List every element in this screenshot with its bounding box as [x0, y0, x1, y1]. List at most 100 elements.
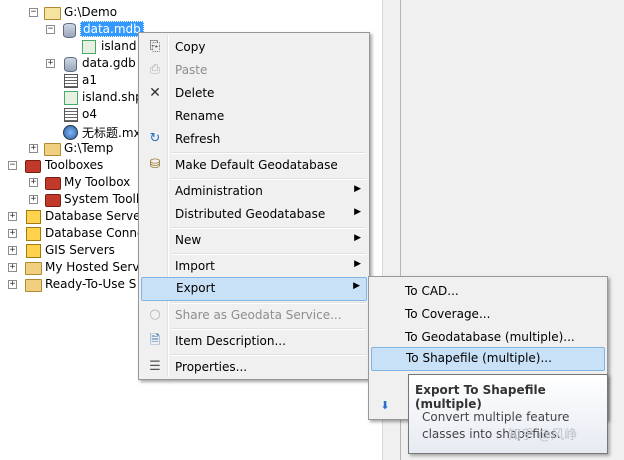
tree-item-label: My Hosted Serv — [45, 260, 140, 274]
collapse-toggle[interactable]: − — [29, 8, 38, 17]
context-menu: ⎘ Copy ⎙ Paste ✕ Delete Rename ↻ Refresh… — [138, 32, 370, 380]
submenu-arrow-icon: ▶ — [354, 233, 361, 243]
expand-toggle[interactable]: + — [46, 59, 55, 68]
menu-item-label: Administration — [175, 184, 263, 198]
shapefile-icon — [64, 91, 78, 105]
menu-item-label: Item Description... — [175, 334, 286, 348]
tree-item-label: G:\Temp — [64, 141, 114, 155]
database-connection-icon — [26, 227, 41, 241]
expand-toggle[interactable]: + — [8, 212, 17, 221]
tree-item-label: o4 — [82, 107, 97, 121]
menu-item-label: To Geodatabase (multiple)... — [405, 330, 575, 344]
tree-item-label: Database Server — [45, 209, 146, 223]
toolbox-icon — [45, 194, 61, 207]
menu-item-new[interactable]: New ▶ — [141, 229, 367, 251]
menu-item-label: To CAD... — [405, 284, 459, 298]
tree-item-label: System Tooll — [64, 192, 140, 206]
menu-item-label: Make Default Geodatabase — [175, 158, 338, 172]
gis-server-icon — [26, 244, 41, 258]
collapse-toggle[interactable]: − — [46, 25, 55, 34]
menu-item-label: Paste — [175, 63, 208, 77]
expand-toggle[interactable]: + — [8, 263, 17, 272]
hosted-services-icon — [25, 262, 42, 275]
description-icon: 🗎 — [149, 333, 161, 348]
menu-item-label: Refresh — [175, 132, 221, 146]
menu-item-label: To Coverage... — [405, 307, 491, 321]
submenu-arrow-icon: ▶ — [354, 184, 361, 194]
expand-toggle[interactable]: + — [29, 144, 38, 153]
export-tool-icon: ⬇ — [380, 399, 390, 412]
collapse-toggle[interactable]: − — [8, 161, 17, 170]
submenu-item-to-cad[interactable]: To CAD... — [371, 280, 605, 302]
refresh-icon: ↻ — [149, 131, 161, 146]
menu-item-copy[interactable]: ⎘ Copy — [141, 36, 367, 58]
menu-item-share-as-geodata-service[interactable]: ○ Share as Geodata Service... — [141, 304, 367, 326]
expand-toggle[interactable]: + — [29, 178, 38, 187]
tree-item-label: data.mdb — [80, 21, 144, 37]
menu-item-paste[interactable]: ⎙ Paste — [141, 59, 367, 81]
watermark: 知乎 @风峥 — [508, 428, 578, 443]
submenu-arrow-icon: ▶ — [354, 207, 361, 217]
menu-item-label: Delete — [175, 86, 215, 100]
tree-item-label: data.gdb — [82, 56, 136, 70]
menu-item-rename[interactable]: Rename — [141, 105, 367, 127]
table-icon — [64, 74, 78, 88]
feature-class-icon — [82, 40, 96, 54]
expand-toggle[interactable]: + — [8, 229, 17, 238]
map-document-icon — [63, 125, 78, 140]
tooltip-title: Export To Shapefile (multiple) — [415, 383, 546, 411]
menu-item-label: Share as Geodata Service... — [175, 308, 342, 322]
expand-toggle[interactable]: + — [8, 246, 17, 255]
expand-toggle[interactable]: + — [29, 195, 38, 204]
menu-item-distributed-geodatabase[interactable]: Distributed Geodatabase ▶ — [141, 203, 367, 225]
menu-item-administration[interactable]: Administration ▶ — [141, 180, 367, 202]
menu-item-refresh[interactable]: ↻ Refresh — [141, 128, 367, 150]
menu-item-label: Distributed Geodatabase — [175, 207, 326, 221]
tree-item-g-demo[interactable]: − G:\Demo — [0, 4, 382, 21]
tree-item-label: G:\Demo — [64, 5, 118, 19]
menu-item-label: Copy — [175, 40, 206, 54]
file-geodatabase-icon — [64, 57, 77, 72]
menu-item-label: To Shapefile (multiple)... — [406, 351, 552, 365]
menu-item-label: Export — [176, 281, 216, 295]
share-icon: ○ — [149, 307, 161, 322]
toolbox-icon — [45, 177, 61, 190]
toolboxes-icon — [25, 160, 41, 173]
default-geodatabase-icon: ⛁ — [149, 157, 161, 172]
delete-icon: ✕ — [149, 85, 161, 101]
tree-item-label: Database Conne — [45, 226, 145, 240]
menu-item-delete[interactable]: ✕ Delete — [141, 82, 367, 104]
submenu-item-to-shapefile-multiple[interactable]: To Shapefile (multiple)... — [371, 347, 605, 371]
clipped-row — [60, 0, 382, 1]
submenu-arrow-icon: ▶ — [354, 259, 361, 269]
personal-geodatabase-icon — [63, 23, 76, 38]
submenu-arrow-icon: ▶ — [353, 281, 360, 291]
menu-item-export[interactable]: Export ▶ — [141, 277, 367, 301]
paste-icon: ⎙ — [149, 62, 161, 77]
folder-icon — [44, 143, 61, 156]
tree-item-label: My Toolbox — [64, 175, 131, 189]
submenu-item-to-geodatabase-multiple[interactable]: To Geodatabase (multiple)... — [371, 326, 605, 348]
tree-item-label: island.shp — [82, 90, 143, 104]
database-server-icon — [26, 210, 41, 224]
menu-item-item-description[interactable]: 🗎 Item Description... — [141, 330, 367, 352]
folder-open-icon — [44, 7, 61, 20]
menu-item-import[interactable]: Import ▶ — [141, 255, 367, 277]
submenu-item-to-coverage[interactable]: To Coverage... — [371, 303, 605, 325]
menu-item-make-default-geodatabase[interactable]: ⛁ Make Default Geodatabase — [141, 154, 367, 176]
tree-item-label: Ready-To-Use S — [45, 277, 137, 291]
copy-icon: ⎘ — [149, 39, 161, 54]
tree-item-label: GIS Servers — [45, 243, 115, 257]
ready-to-use-icon — [25, 279, 42, 292]
menu-item-label: Import — [175, 259, 215, 273]
tree-item-label: Toolboxes — [45, 158, 104, 172]
expand-toggle[interactable]: + — [8, 280, 17, 289]
menu-item-label: Properties... — [175, 360, 248, 374]
properties-icon: ☰ — [149, 359, 161, 374]
tree-item-label: 无标题.mx — [82, 126, 141, 140]
tree-item-label: island — [101, 39, 137, 53]
menu-item-label: New — [175, 233, 202, 247]
table-icon — [64, 108, 78, 122]
tree-item-label: a1 — [82, 73, 97, 87]
menu-item-properties[interactable]: ☰ Properties... — [141, 356, 367, 378]
